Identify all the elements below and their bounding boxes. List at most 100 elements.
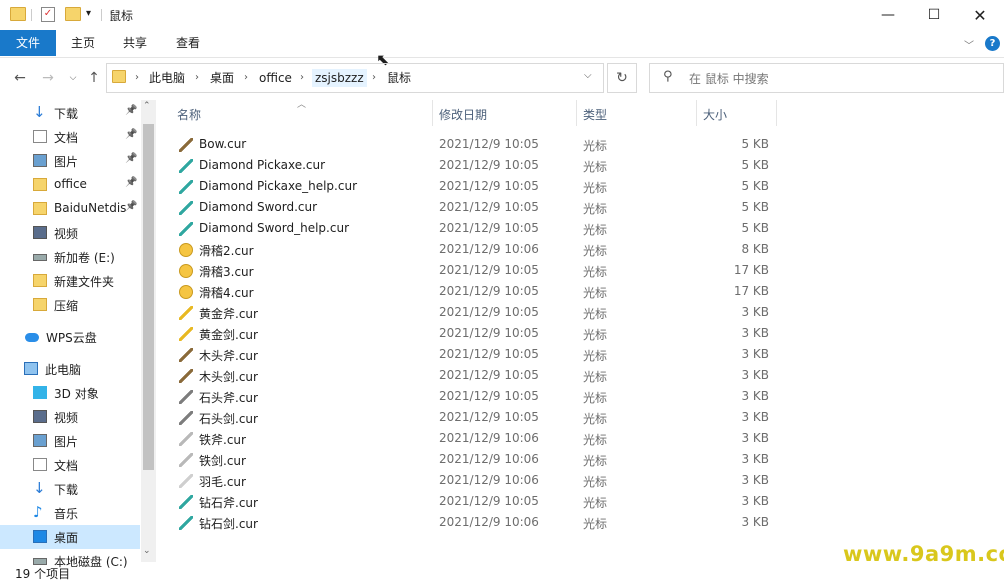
- pin-icon[interactable]: 📌: [125, 153, 137, 164]
- sidebar-item[interactable]: 图片: [0, 429, 140, 453]
- up-button[interactable]: ↑: [84, 67, 104, 89]
- sidebar-item[interactable]: 文档 📌: [0, 125, 140, 149]
- toolbar-divider: [31, 9, 32, 21]
- sidebar-item[interactable]: 视频: [0, 221, 140, 245]
- sidebar-item[interactable]: BaiduNetdis 📌: [0, 197, 140, 221]
- close-button[interactable]: ✕: [957, 0, 1003, 30]
- search-placeholder[interactable]: 在 鼠标 中搜索: [689, 70, 769, 87]
- sidebar-item-label: 下载: [54, 107, 79, 121]
- file-row[interactable]: 铁剑.cur 2021/12/9 10:06 光标 3 KB: [170, 449, 774, 470]
- back-button[interactable]: ←: [10, 67, 30, 89]
- video-icon: [33, 410, 47, 423]
- sidebar-item[interactable]: 图片 📌: [0, 149, 140, 173]
- sidebar-item[interactable]: WPS云盘: [0, 325, 140, 349]
- new-folder-icon[interactable]: [65, 7, 81, 21]
- properties-icon[interactable]: ✓: [41, 7, 55, 22]
- pin-icon[interactable]: 📌: [125, 129, 137, 140]
- sidebar-item[interactable]: ♪ 音乐: [0, 501, 140, 525]
- pin-icon[interactable]: 📌: [125, 105, 137, 116]
- customize-quick-access-icon[interactable]: ▾: [86, 8, 91, 19]
- file-size: 5 KB: [741, 137, 769, 151]
- file-row[interactable]: Bow.cur 2021/12/9 10:05 光标 5 KB: [170, 134, 774, 155]
- file-row[interactable]: 滑稽2.cur 2021/12/9 10:06 光标 8 KB: [170, 239, 774, 260]
- sidebar-item-label: office: [54, 177, 87, 191]
- file-name: 石头剑.cur: [199, 412, 258, 426]
- breadcrumb-this-pc[interactable]: 此电脑: [149, 69, 185, 87]
- file-row[interactable]: 钻石剑.cur 2021/12/9 10:06 光标 3 KB: [170, 512, 774, 533]
- column-header-date[interactable]: 修改日期: [439, 104, 487, 126]
- maximize-button[interactable]: ☐: [911, 0, 957, 30]
- column-divider[interactable]: [432, 100, 433, 126]
- breadcrumb-office[interactable]: office: [259, 69, 292, 87]
- file-row[interactable]: Diamond Pickaxe.cur 2021/12/9 10:05 光标 5 KB: [170, 155, 774, 176]
- sidebar-item[interactable]: 视频: [0, 405, 140, 429]
- file-date: 2021/12/9 10:05: [439, 305, 539, 319]
- drive-icon: [33, 558, 47, 565]
- file-row[interactable]: Diamond Pickaxe_help.cur 2021/12/9 10:05 光…: [170, 176, 774, 197]
- breadcrumb-separator-icon: ›: [372, 72, 376, 83]
- sidebar-item[interactable]: 新建文件夹: [0, 269, 140, 293]
- file-row[interactable]: 羽毛.cur 2021/12/9 10:06 光标 3 KB: [170, 470, 774, 491]
- file-row[interactable]: 滑稽3.cur 2021/12/9 10:05 光标 17 KB: [170, 260, 774, 281]
- sidebar-item[interactable]: office 📌: [0, 173, 140, 197]
- file-row[interactable]: 石头斧.cur 2021/12/9 10:05 光标 3 KB: [170, 386, 774, 407]
- expand-ribbon-icon[interactable]: ﹀: [964, 37, 974, 52]
- video-icon: [33, 226, 47, 239]
- sidebar-scroll-thumb[interactable]: [143, 124, 154, 470]
- minimize-button[interactable]: —: [865, 0, 911, 30]
- file-row[interactable]: 黄金斧.cur 2021/12/9 10:05 光标 3 KB: [170, 302, 774, 323]
- breadcrumb-current[interactable]: 鼠标: [387, 69, 411, 87]
- column-header-size[interactable]: 大小: [703, 104, 727, 126]
- forward-button[interactable]: →: [38, 67, 58, 89]
- sidebar-item[interactable]: 桌面: [0, 525, 140, 549]
- sidebar-item[interactable]: 此电脑: [0, 357, 140, 381]
- help-icon[interactable]: ?: [985, 36, 1000, 51]
- file-type: 光标: [583, 370, 608, 384]
- column-divider[interactable]: [696, 100, 697, 126]
- file-size: 5 KB: [741, 200, 769, 214]
- pin-icon[interactable]: 📌: [125, 177, 137, 188]
- file-size: 5 KB: [741, 221, 769, 235]
- tab-file[interactable]: 文件: [0, 30, 56, 56]
- file-row[interactable]: Diamond Sword_help.cur 2021/12/9 10:05 光标 5…: [170, 218, 774, 239]
- sidebar-item[interactable]: 3D 对象: [0, 381, 140, 405]
- file-row[interactable]: 滑稽4.cur 2021/12/9 10:05 光标 17 KB: [170, 281, 774, 302]
- refresh-button[interactable]: ↻: [607, 63, 637, 93]
- address-dropdown-icon[interactable]: ⌵: [584, 70, 592, 81]
- sidebar-item[interactable]: 压缩: [0, 293, 140, 317]
- tab-home[interactable]: 主页: [61, 30, 105, 56]
- column-divider[interactable]: [576, 100, 577, 126]
- file-row[interactable]: Diamond Sword.cur 2021/12/9 10:05 光标 5 KB: [170, 197, 774, 218]
- column-divider[interactable]: [776, 100, 777, 126]
- file-row[interactable]: 石头剑.cur 2021/12/9 10:05 光标 3 KB: [170, 407, 774, 428]
- pin-icon[interactable]: 📌: [125, 201, 137, 212]
- folder-icon: [33, 298, 47, 311]
- scroll-down-icon[interactable]: ⌄: [143, 546, 151, 556]
- column-header-name[interactable]: 名称: [177, 104, 201, 126]
- file-row[interactable]: 木头剑.cur 2021/12/9 10:05 光标 3 KB: [170, 365, 774, 386]
- file-row[interactable]: 铁斧.cur 2021/12/9 10:06 光标 3 KB: [170, 428, 774, 449]
- sidebar-item[interactable]: 文档: [0, 453, 140, 477]
- recent-locations-icon[interactable]: ⌵: [63, 67, 83, 89]
- tab-share[interactable]: 共享: [113, 30, 157, 56]
- breadcrumb-desktop[interactable]: 桌面: [210, 69, 234, 87]
- cursor-file-icon: [179, 285, 193, 299]
- sidebar-item[interactable]: ↓ 下载: [0, 477, 140, 501]
- cursor-file-icon: [179, 369, 193, 383]
- toolbar-divider: [101, 9, 102, 21]
- tab-view[interactable]: 查看: [166, 30, 210, 56]
- sidebar-item[interactable]: ↓ 下载 📌: [0, 101, 140, 125]
- sidebar-item-label: 视频: [54, 411, 79, 425]
- window-title: 鼠标: [109, 9, 134, 23]
- folder-icon: [33, 178, 47, 191]
- file-row[interactable]: 钻石斧.cur 2021/12/9 10:05 光标 3 KB: [170, 491, 774, 512]
- file-row[interactable]: 木头斧.cur 2021/12/9 10:05 光标 3 KB: [170, 344, 774, 365]
- column-header-type[interactable]: 类型: [583, 104, 607, 126]
- breadcrumb-zsjsbzzz[interactable]: zsjsbzzz: [312, 69, 367, 87]
- scroll-up-icon[interactable]: ⌃: [143, 101, 151, 111]
- 3d-objects-icon: [33, 386, 47, 399]
- pictures-icon: [33, 434, 47, 447]
- file-name: Diamond Sword.cur: [199, 200, 318, 214]
- sidebar-item[interactable]: 新加卷 (E:): [0, 245, 140, 269]
- file-row[interactable]: 黄金剑.cur 2021/12/9 10:05 光标 3 KB: [170, 323, 774, 344]
